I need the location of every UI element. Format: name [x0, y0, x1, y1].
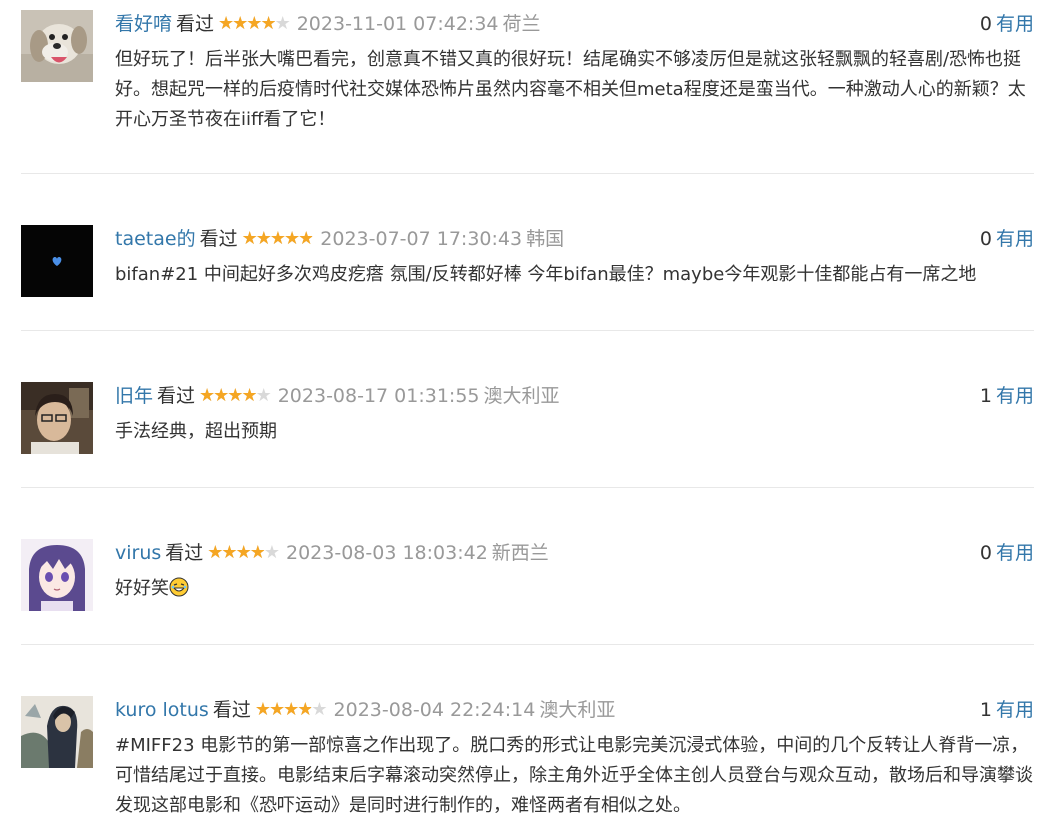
comment-item: kuro lotus看过★★★★★★★★★★2023-08-04 22:24:1… — [21, 696, 1034, 826]
heart-avatar[interactable] — [21, 225, 93, 297]
comment-location: 韩国 — [526, 228, 565, 250]
comment-meta: kuro lotus看过★★★★★★★★★★2023-08-04 22:24:1… — [115, 696, 615, 724]
star-rating: ★★★★★★★★★★ — [218, 13, 291, 34]
comment-time: 2023-08-04 22:24:14 — [333, 699, 536, 721]
vote-area: 1 有用 — [980, 382, 1034, 410]
comment-text: 好好笑 — [115, 578, 169, 599]
illustration-avatar[interactable] — [21, 696, 93, 768]
comment-time: 2023-07-07 17:30:43 — [320, 228, 523, 250]
vote-area: 0 有用 — [980, 539, 1034, 567]
comment-meta: 看好唷看过★★★★★★★★★★2023-11-01 07:42:34荷兰 — [115, 10, 541, 38]
watch-status: 看过 — [176, 13, 215, 35]
comment-meta: virus看过★★★★★★★★★★2023-08-03 18:03:42新西兰 — [115, 539, 549, 567]
comment-location: 澳大利亚 — [483, 385, 560, 407]
useful-button[interactable]: 有用 — [996, 542, 1034, 564]
username-link[interactable]: kuro lotus — [115, 699, 209, 721]
comment-text: 但好玩了！后半张大嘴巴看完，创意真不错又真的很好玩！结尾确实不够凌厉但是就这张轻… — [115, 49, 1026, 130]
divider — [21, 173, 1034, 174]
comment-location: 澳大利亚 — [539, 699, 616, 721]
comment-text: #MIFF23 电影节的第一部惊喜之作出现了。脱口秀的形式让电影完美沉浸式体验，… — [115, 735, 1033, 816]
vote-area: 0 有用 — [980, 225, 1034, 253]
divider — [21, 644, 1034, 645]
vote-area: 0 有用 — [980, 10, 1034, 38]
comment-item: 旧年看过★★★★★★★★★★2023-08-17 01:31:55澳大利亚 1有… — [21, 382, 1034, 462]
useful-button[interactable]: 有用 — [996, 385, 1034, 407]
useful-button[interactable]: 有用 — [996, 699, 1034, 721]
watch-status: 看过 — [165, 542, 204, 564]
vote-count: 1 — [979, 699, 992, 721]
star-rating: ★★★★★★★★★★ — [241, 228, 315, 249]
comment-time: 2023-11-01 07:42:34 — [296, 13, 499, 35]
vote-count: 0 — [979, 228, 992, 250]
username-link[interactable]: 看好唷 — [115, 13, 172, 35]
comment-location: 新西兰 — [491, 542, 549, 564]
comment-text: 手法经典，超出预期 — [115, 421, 277, 442]
vote-count: 1 — [979, 385, 992, 407]
star-rating: ★★★★★★★★★★ — [207, 542, 280, 563]
vote-area: 1 有用 — [980, 696, 1034, 724]
laughing-face-icon — [169, 577, 189, 597]
comment-meta: taetae的 看过 ★★★★★ ★★★★★ 2023-07-07 17:30:43 韩国 — [115, 225, 564, 253]
comment-item: taetae的 看过 ★★★★★ ★★★★★ 2023-07-07 17:30:43 韩国… — [21, 225, 1034, 305]
watch-status: 看过 — [212, 699, 251, 721]
comment-time: 2023-08-03 18:03:42 — [285, 542, 488, 564]
star-rating: ★★★★★★★★★★ — [199, 385, 272, 406]
vote-count: 0 — [979, 542, 992, 564]
useful-button[interactable]: 有用 — [996, 13, 1034, 35]
comment-location: 荷兰 — [502, 13, 541, 35]
comment-item: 看好唷看过★★★★★★★★★★2023-11-01 07:42:34荷兰 0有用… — [21, 10, 1034, 150]
watch-status: 看过 — [199, 228, 238, 250]
anime-avatar[interactable] — [21, 539, 93, 611]
watch-status: 看过 — [157, 385, 196, 407]
comment-item: virus看过★★★★★★★★★★2023-08-03 18:03:42新西兰 … — [21, 539, 1034, 619]
divider — [21, 330, 1034, 331]
comment-text-wrap: 好好笑 — [115, 574, 1034, 604]
username-link[interactable]: taetae的 — [115, 228, 196, 250]
portrait-avatar[interactable] — [21, 382, 93, 454]
divider — [21, 487, 1034, 488]
comment-meta: 旧年看过★★★★★★★★★★2023-08-17 01:31:55澳大利亚 — [115, 382, 560, 410]
username-link[interactable]: virus — [115, 542, 161, 564]
star-rating: ★★★★★★★★★★ — [254, 699, 328, 720]
username-link[interactable]: 旧年 — [115, 385, 153, 407]
comment-time: 2023-08-17 01:31:55 — [277, 385, 480, 407]
useful-button[interactable]: 有用 — [996, 228, 1034, 250]
vote-count: 0 — [979, 13, 992, 35]
dog-avatar[interactable] — [21, 10, 93, 82]
comment-text: bifan#21 中间起好多次鸡皮疙瘩 氛围/反转都好棒 今年bifan最佳？m… — [115, 264, 977, 285]
